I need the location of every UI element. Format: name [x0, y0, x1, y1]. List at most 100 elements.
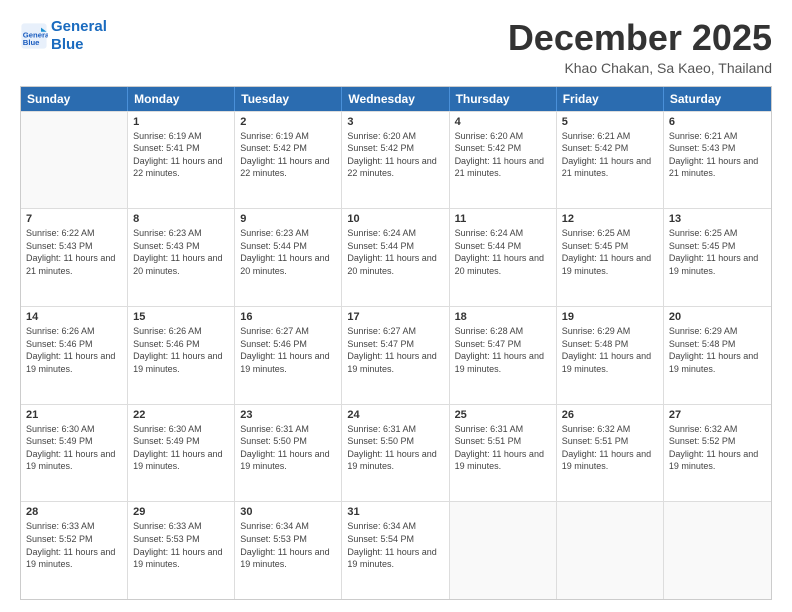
day-info: Sunrise: 6:33 AMSunset: 5:53 PMDaylight:… — [133, 520, 229, 570]
day-number: 26 — [562, 409, 658, 421]
cal-cell: 27 Sunrise: 6:32 AMSunset: 5:52 PMDayligh… — [664, 405, 771, 502]
day-number: 13 — [669, 213, 766, 225]
calendar: SundayMondayTuesdayWednesdayThursdayFrid… — [20, 86, 772, 600]
day-number: 16 — [240, 311, 336, 323]
calendar-body: 1Sunrise: 6:19 AMSunset: 5:41 PMDaylight… — [21, 111, 771, 599]
day-info: Sunrise: 6:20 AMSunset: 5:42 PMDaylight:… — [455, 130, 551, 180]
cal-cell: 31Sunrise: 6:34 AMSunset: 5:54 PMDayligh… — [342, 502, 449, 599]
day-info: Sunrise: 6:33 AMSunset: 5:52 PMDaylight:… — [26, 520, 122, 570]
cal-cell: 24 Sunrise: 6:31 AMSunset: 5:50 PMDayligh… — [342, 405, 449, 502]
day-number: 24 — [347, 409, 443, 421]
day-number: 3 — [347, 116, 443, 128]
cal-cell: 12 Sunrise: 6:25 AMSunset: 5:45 PMDayligh… — [557, 209, 664, 306]
svg-text:Blue: Blue — [23, 38, 40, 47]
cal-row-0: 1Sunrise: 6:19 AMSunset: 5:41 PMDaylight… — [21, 111, 771, 209]
cal-cell: 20 Sunrise: 6:29 AMSunset: 5:48 PMDayligh… — [664, 307, 771, 404]
day-number: 31 — [347, 506, 443, 518]
day-number: 23 — [240, 409, 336, 421]
cal-cell: 21 Sunrise: 6:30 AMSunset: 5:49 PMDayligh… — [21, 405, 128, 502]
day-info: Sunrise: 6:29 AMSunset: 5:48 PMDaylight:… — [562, 325, 658, 375]
day-info: Sunrise: 6:27 AMSunset: 5:47 PMDaylight:… — [347, 325, 443, 375]
cal-cell: 30 Sunrise: 6:34 AMSunset: 5:53 PMDayligh… — [235, 502, 342, 599]
day-info: Sunrise: 6:21 AMSunset: 5:43 PMDaylight:… — [669, 130, 766, 180]
cal-cell: 3 Sunrise: 6:20 AMSunset: 5:42 PMDaylight… — [342, 112, 449, 209]
day-info: Sunrise: 6:24 AMSunset: 5:44 PMDaylight:… — [347, 227, 443, 277]
cal-cell: 26 Sunrise: 6:32 AMSunset: 5:51 PMDayligh… — [557, 405, 664, 502]
day-info: Sunrise: 6:31 AMSunset: 5:50 PMDaylight:… — [240, 423, 336, 473]
day-number: 5 — [562, 116, 658, 128]
day-info: Sunrise: 6:19 AMSunset: 5:42 PMDaylight:… — [240, 130, 336, 180]
day-info: Sunrise: 6:29 AMSunset: 5:48 PMDaylight:… — [669, 325, 766, 375]
logo: General Blue General Blue — [20, 18, 107, 54]
day-number: 4 — [455, 116, 551, 128]
day-number: 1 — [133, 116, 229, 128]
day-number: 9 — [240, 213, 336, 225]
cal-cell — [450, 502, 557, 599]
day-info: Sunrise: 6:30 AMSunset: 5:49 PMDaylight:… — [26, 423, 122, 473]
day-info: Sunrise: 6:31 AMSunset: 5:50 PMDaylight:… — [347, 423, 443, 473]
day-info: Sunrise: 6:24 AMSunset: 5:44 PMDaylight:… — [455, 227, 551, 277]
day-number: 21 — [26, 409, 122, 421]
day-number: 7 — [26, 213, 122, 225]
day-info: Sunrise: 6:25 AMSunset: 5:45 PMDaylight:… — [669, 227, 766, 277]
logo-icon: General Blue — [20, 22, 48, 50]
day-number: 29 — [133, 506, 229, 518]
page: General Blue General Blue December 2025 … — [0, 0, 792, 612]
cal-row-4: 28 Sunrise: 6:33 AMSunset: 5:52 PMDayligh… — [21, 501, 771, 599]
day-number: 25 — [455, 409, 551, 421]
location: Khao Chakan, Sa Kaeo, Thailand — [508, 60, 772, 76]
day-number: 11 — [455, 213, 551, 225]
day-info: Sunrise: 6:26 AMSunset: 5:46 PMDaylight:… — [133, 325, 229, 375]
day-info: Sunrise: 6:31 AMSunset: 5:51 PMDaylight:… — [455, 423, 551, 473]
day-number: 2 — [240, 116, 336, 128]
day-number: 12 — [562, 213, 658, 225]
day-of-week-tuesday: Tuesday — [235, 87, 342, 111]
logo-text: General Blue — [51, 18, 107, 54]
day-info: Sunrise: 6:32 AMSunset: 5:52 PMDaylight:… — [669, 423, 766, 473]
day-number: 20 — [669, 311, 766, 323]
day-info: Sunrise: 6:28 AMSunset: 5:47 PMDaylight:… — [455, 325, 551, 375]
day-info: Sunrise: 6:22 AMSunset: 5:43 PMDaylight:… — [26, 227, 122, 277]
cal-cell: 8 Sunrise: 6:23 AMSunset: 5:43 PMDaylight… — [128, 209, 235, 306]
day-info: Sunrise: 6:23 AMSunset: 5:43 PMDaylight:… — [133, 227, 229, 277]
cal-cell: 5 Sunrise: 6:21 AMSunset: 5:42 PMDaylight… — [557, 112, 664, 209]
day-of-week-friday: Friday — [557, 87, 664, 111]
cal-cell: 23 Sunrise: 6:31 AMSunset: 5:50 PMDayligh… — [235, 405, 342, 502]
day-of-week-sunday: Sunday — [21, 87, 128, 111]
day-info: Sunrise: 6:34 AMSunset: 5:53 PMDaylight:… — [240, 520, 336, 570]
cal-cell: 15Sunrise: 6:26 AMSunset: 5:46 PMDayligh… — [128, 307, 235, 404]
cal-cell: 14 Sunrise: 6:26 AMSunset: 5:46 PMDayligh… — [21, 307, 128, 404]
day-number: 17 — [347, 311, 443, 323]
day-info: Sunrise: 6:32 AMSunset: 5:51 PMDaylight:… — [562, 423, 658, 473]
day-info: Sunrise: 6:26 AMSunset: 5:46 PMDaylight:… — [26, 325, 122, 375]
cal-cell: 4 Sunrise: 6:20 AMSunset: 5:42 PMDaylight… — [450, 112, 557, 209]
cal-cell: 25 Sunrise: 6:31 AMSunset: 5:51 PMDayligh… — [450, 405, 557, 502]
title-block: December 2025 Khao Chakan, Sa Kaeo, Thai… — [508, 18, 772, 76]
day-number: 27 — [669, 409, 766, 421]
cal-cell: 28 Sunrise: 6:33 AMSunset: 5:52 PMDayligh… — [21, 502, 128, 599]
day-number: 8 — [133, 213, 229, 225]
cal-row-3: 21 Sunrise: 6:30 AMSunset: 5:49 PMDayligh… — [21, 404, 771, 502]
day-info: Sunrise: 6:30 AMSunset: 5:49 PMDaylight:… — [133, 423, 229, 473]
day-number: 30 — [240, 506, 336, 518]
cal-row-1: 7 Sunrise: 6:22 AMSunset: 5:43 PMDaylight… — [21, 208, 771, 306]
day-of-week-saturday: Saturday — [664, 87, 771, 111]
cal-cell: 19Sunrise: 6:29 AMSunset: 5:48 PMDayligh… — [557, 307, 664, 404]
day-info: Sunrise: 6:21 AMSunset: 5:42 PMDaylight:… — [562, 130, 658, 180]
day-number: 14 — [26, 311, 122, 323]
day-info: Sunrise: 6:27 AMSunset: 5:46 PMDaylight:… — [240, 325, 336, 375]
day-of-week-monday: Monday — [128, 87, 235, 111]
cal-cell: 1Sunrise: 6:19 AMSunset: 5:41 PMDaylight… — [128, 112, 235, 209]
day-number: 28 — [26, 506, 122, 518]
cal-cell: 13 Sunrise: 6:25 AMSunset: 5:45 PMDayligh… — [664, 209, 771, 306]
cal-cell — [21, 112, 128, 209]
day-number: 18 — [455, 311, 551, 323]
cal-cell: 9Sunrise: 6:23 AMSunset: 5:44 PMDaylight… — [235, 209, 342, 306]
day-info: Sunrise: 6:20 AMSunset: 5:42 PMDaylight:… — [347, 130, 443, 180]
day-of-week-wednesday: Wednesday — [342, 87, 449, 111]
cal-cell: 17 Sunrise: 6:27 AMSunset: 5:47 PMDayligh… — [342, 307, 449, 404]
cal-cell: 2 Sunrise: 6:19 AMSunset: 5:42 PMDaylight… — [235, 112, 342, 209]
day-info: Sunrise: 6:25 AMSunset: 5:45 PMDaylight:… — [562, 227, 658, 277]
day-number: 10 — [347, 213, 443, 225]
cal-cell: 11 Sunrise: 6:24 AMSunset: 5:44 PMDayligh… — [450, 209, 557, 306]
